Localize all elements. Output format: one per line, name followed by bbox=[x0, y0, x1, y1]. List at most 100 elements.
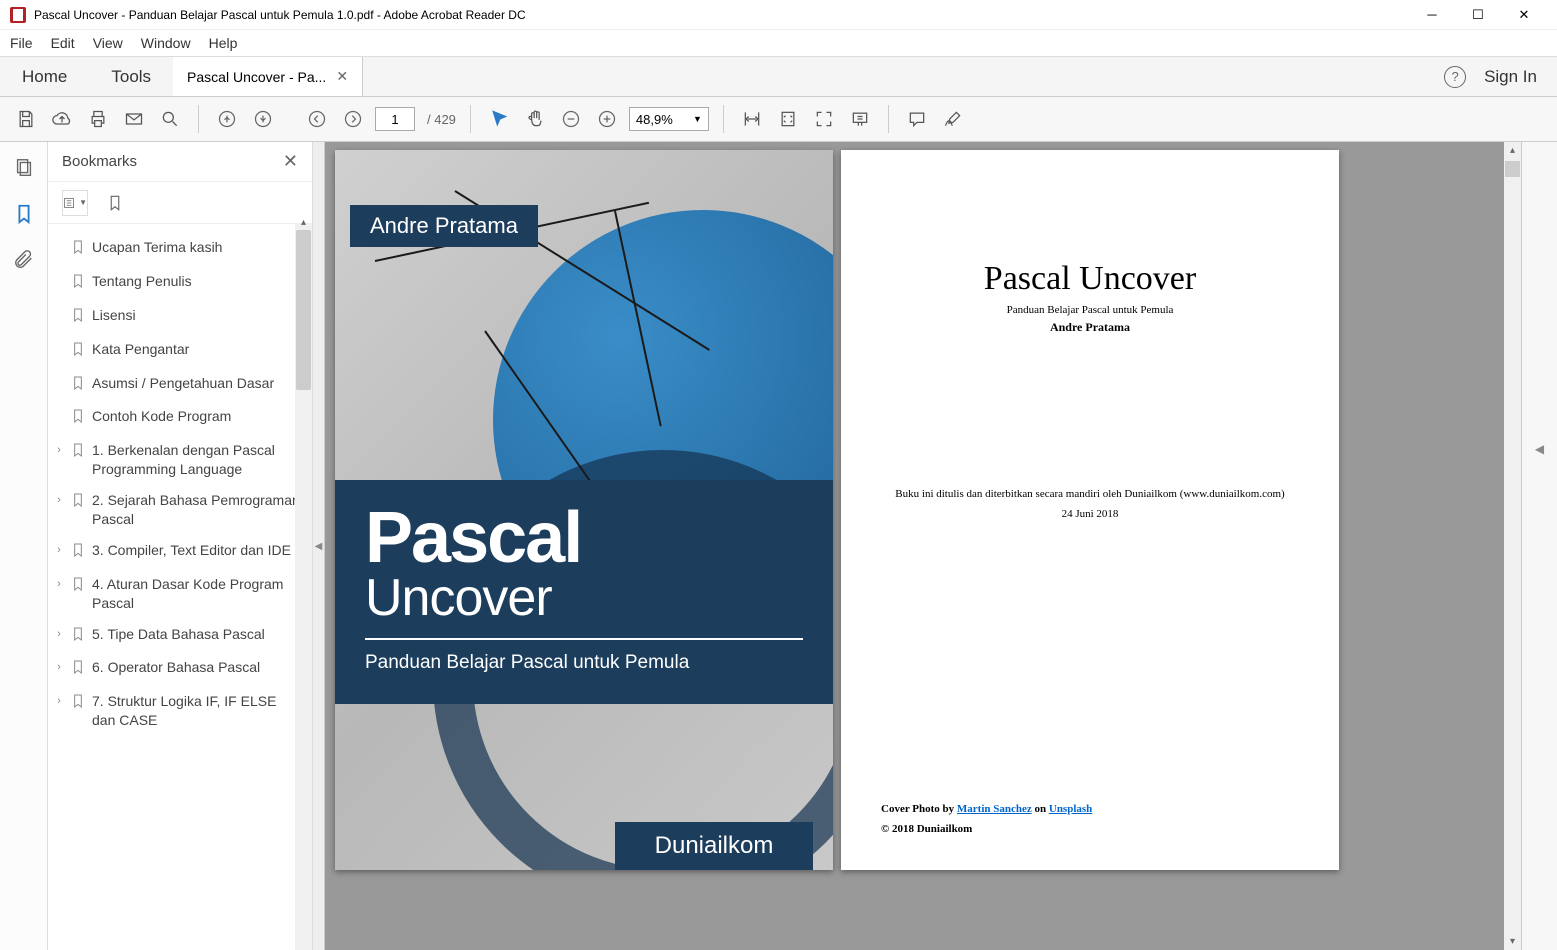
doc-scrollbar[interactable]: ▴ ▾ bbox=[1504, 142, 1521, 950]
thumbnails-rail-icon[interactable] bbox=[12, 156, 36, 180]
chevron-right-icon[interactable]: › bbox=[52, 493, 66, 508]
bookmark-label: Asumsi / Pengetahuan Dasar bbox=[92, 374, 302, 393]
tab-tools[interactable]: Tools bbox=[89, 57, 173, 96]
tab-document-label: Pascal Uncover - Pa... bbox=[187, 69, 326, 85]
window-title: Pascal Uncover - Panduan Belajar Pascal … bbox=[34, 8, 526, 22]
app-icon bbox=[10, 7, 26, 23]
zoom-in-icon[interactable] bbox=[593, 105, 621, 133]
pdf-page-2: Pascal Uncover Panduan Belajar Pascal un… bbox=[841, 150, 1339, 870]
nav-scrollbar[interactable]: ▴ bbox=[295, 224, 312, 950]
fit-page-icon[interactable] bbox=[774, 105, 802, 133]
menu-file[interactable]: File bbox=[10, 35, 33, 51]
chevron-right-icon[interactable]: › bbox=[52, 660, 66, 675]
tools-pane-handle[interactable]: ◀ bbox=[1521, 142, 1557, 950]
bookmark-item[interactable]: ›6. Operator Bahasa Pascal bbox=[48, 652, 312, 686]
bookmark-item[interactable]: › 4. Aturan Dasar Kode Program Pascal bbox=[48, 569, 312, 619]
p2-cover-credit: Cover Photo by Martin Sanchez on Unsplas… bbox=[881, 800, 1092, 820]
selection-tool-icon[interactable] bbox=[485, 105, 513, 133]
bookmark-item[interactable]: Lisensi bbox=[48, 300, 312, 334]
p2-author: Andre Pratama bbox=[881, 320, 1299, 335]
chevron-right-icon[interactable]: › bbox=[52, 543, 66, 558]
minimize-button[interactable]: ─ bbox=[1409, 0, 1455, 30]
menu-edit[interactable]: Edit bbox=[51, 35, 75, 51]
sign-icon[interactable] bbox=[939, 105, 967, 133]
bookmark-item[interactable]: › 7. Struktur Logika IF, IF ELSE dan CASE bbox=[48, 686, 312, 736]
bookmark-item[interactable]: ›2. Sejarah Bahasa Pemrograman Pascal bbox=[48, 485, 312, 535]
bookmark-icon bbox=[70, 408, 88, 429]
read-mode-icon[interactable] bbox=[846, 105, 874, 133]
next-page-icon[interactable] bbox=[339, 105, 367, 133]
bookmark-label: Tentang Penulis bbox=[92, 272, 302, 291]
bookmark-icon bbox=[70, 626, 88, 647]
cover-publisher: Duniailkom bbox=[615, 822, 813, 870]
tab-home[interactable]: Home bbox=[0, 57, 89, 96]
fit-width-icon[interactable] bbox=[738, 105, 766, 133]
chevron-right-icon[interactable]: › bbox=[52, 443, 66, 458]
bookmark-item[interactable]: Kata Pengantar bbox=[48, 334, 312, 368]
collapse-panel-handle[interactable]: ◀ bbox=[313, 142, 325, 950]
bookmarks-panel-title: Bookmarks bbox=[62, 153, 137, 170]
bookmark-icon bbox=[70, 375, 88, 396]
tab-document[interactable]: Pascal Uncover - Pa... ✕ bbox=[173, 57, 363, 96]
zoom-select[interactable]: 48,9%▼ bbox=[629, 107, 709, 131]
attachments-rail-icon[interactable] bbox=[12, 248, 36, 272]
bookmark-item[interactable]: ›1. Berkenalan dengan Pascal Programming… bbox=[48, 435, 312, 485]
first-page-icon[interactable] bbox=[213, 105, 241, 133]
bookmark-label: 4. Aturan Dasar Kode Program Pascal bbox=[92, 575, 302, 613]
zoom-out-icon[interactable] bbox=[557, 105, 585, 133]
chevron-right-icon[interactable]: › bbox=[52, 577, 66, 592]
chevron-right-icon[interactable]: › bbox=[52, 627, 66, 642]
cover-title-2: Uncover bbox=[365, 572, 803, 624]
bookmark-item[interactable]: › 3. Compiler, Text Editor dan IDE bbox=[48, 535, 312, 569]
page-number-input[interactable] bbox=[375, 107, 415, 131]
close-window-button[interactable]: ✕ bbox=[1501, 0, 1547, 30]
credit-author-link[interactable]: Martin Sanchez bbox=[957, 803, 1032, 815]
bookmark-icon bbox=[70, 341, 88, 362]
cloud-upload-icon[interactable] bbox=[48, 105, 76, 133]
bookmark-icon bbox=[70, 492, 88, 513]
signin-button[interactable]: Sign In bbox=[1484, 67, 1537, 87]
prev-page-icon[interactable] bbox=[303, 105, 331, 133]
fullscreen-icon[interactable] bbox=[810, 105, 838, 133]
menu-help[interactable]: Help bbox=[209, 35, 238, 51]
save-icon[interactable] bbox=[12, 105, 40, 133]
print-icon[interactable] bbox=[84, 105, 112, 133]
bookmark-item[interactable]: Asumsi / Pengetahuan Dasar bbox=[48, 368, 312, 402]
page-total: / 429 bbox=[427, 112, 456, 127]
menu-view[interactable]: View bbox=[93, 35, 123, 51]
credit-site-link[interactable]: Unsplash bbox=[1049, 803, 1092, 815]
tab-close-icon[interactable]: ✕ bbox=[336, 68, 348, 85]
document-area[interactable]: Andre Pratama Pascal Uncover Panduan Bel… bbox=[325, 142, 1504, 950]
left-rail bbox=[0, 142, 48, 950]
bookmark-label: Kata Pengantar bbox=[92, 340, 302, 359]
comment-icon[interactable] bbox=[903, 105, 931, 133]
close-panel-icon[interactable]: ✕ bbox=[283, 151, 298, 172]
bookmark-label: 7. Struktur Logika IF, IF ELSE dan CASE bbox=[92, 692, 302, 730]
hand-tool-icon[interactable] bbox=[521, 105, 549, 133]
chevron-right-icon[interactable]: › bbox=[52, 694, 66, 709]
bookmarks-rail-icon[interactable] bbox=[12, 202, 36, 226]
email-icon[interactable] bbox=[120, 105, 148, 133]
tabbar: Home Tools Pascal Uncover - Pa... ✕ ? Si… bbox=[0, 57, 1557, 97]
bookmark-options-icon[interactable]: ▼ bbox=[62, 190, 88, 216]
p2-copyright: © 2018 Duniailkom bbox=[881, 820, 1092, 840]
bookmark-icon bbox=[70, 542, 88, 563]
search-icon[interactable] bbox=[156, 105, 184, 133]
new-bookmark-icon[interactable] bbox=[102, 190, 128, 216]
bookmark-item[interactable]: Contoh Kode Program bbox=[48, 401, 312, 435]
bookmark-icon bbox=[70, 659, 88, 680]
bookmark-item[interactable]: Tentang Penulis bbox=[48, 266, 312, 300]
bookmark-label: Ucapan Terima kasih bbox=[92, 238, 302, 257]
bookmark-item[interactable]: Ucapan Terima kasih bbox=[48, 232, 312, 266]
cover-author: Andre Pratama bbox=[350, 205, 538, 247]
bookmark-icon bbox=[70, 693, 88, 714]
bookmark-label: 3. Compiler, Text Editor dan IDE bbox=[92, 541, 302, 560]
help-icon[interactable]: ? bbox=[1444, 66, 1466, 88]
p2-subtitle: Panduan Belajar Pascal untuk Pemula bbox=[881, 304, 1299, 316]
last-page-icon[interactable] bbox=[249, 105, 277, 133]
bookmark-icon bbox=[70, 239, 88, 260]
bookmark-item[interactable]: ›5. Tipe Data Bahasa Pascal bbox=[48, 619, 312, 653]
menu-window[interactable]: Window bbox=[141, 35, 191, 51]
maximize-button[interactable]: ☐ bbox=[1455, 0, 1501, 30]
cover-subtitle: Panduan Belajar Pascal untuk Pemula bbox=[365, 652, 803, 674]
